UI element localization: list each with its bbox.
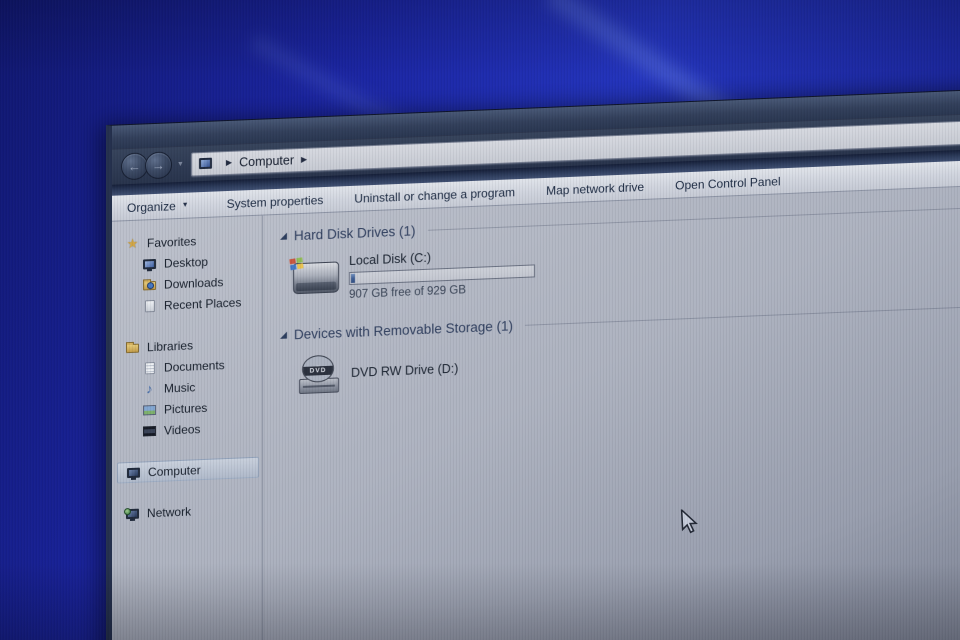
sidebar-item-label: Recent Places xyxy=(164,294,242,313)
history-dropdown-icon[interactable]: ▼ xyxy=(177,161,184,168)
sidebar-item-label: Documents xyxy=(164,357,225,375)
sidebar-item-label: Pictures xyxy=(164,400,208,417)
desktop-icon xyxy=(142,258,157,269)
picture-icon xyxy=(142,404,157,415)
organize-label: Organize xyxy=(127,198,176,215)
dvd-drive-icon: DVD xyxy=(299,354,339,395)
back-button[interactable]: ← xyxy=(121,152,148,181)
back-icon: ← xyxy=(128,158,141,175)
open-control-panel-button[interactable]: Open Control Panel xyxy=(675,174,780,192)
music-note-icon: ♪ xyxy=(146,381,153,397)
breadcrumb-arrow-icon[interactable]: ▶ xyxy=(226,158,232,167)
file-list-view: Hard Disk Drives (1) Local Disk (C:) 907… xyxy=(263,182,960,640)
map-network-drive-button[interactable]: Map network drive xyxy=(546,179,644,197)
sidebar-item-label: Computer xyxy=(148,462,201,479)
libraries-icon xyxy=(125,342,140,354)
group-header-label: Devices with Removable Storage (1) xyxy=(294,318,514,343)
film-icon xyxy=(142,425,157,436)
breadcrumb[interactable]: Computer xyxy=(239,153,294,169)
star-icon: ★ xyxy=(126,235,139,251)
organize-menu-button[interactable]: Organize ▼ xyxy=(127,198,189,215)
mouse-cursor-icon xyxy=(680,508,699,541)
hard-drive-icon xyxy=(289,257,339,295)
breadcrumb-arrow-icon[interactable]: ▶ xyxy=(301,155,307,164)
sidebar-item-label: Favorites xyxy=(147,233,197,250)
group-header-rule xyxy=(525,302,960,326)
forward-icon: → xyxy=(152,157,165,174)
forward-button[interactable]: → xyxy=(145,151,172,180)
chevron-down-icon: ▼ xyxy=(181,201,189,209)
disk-capacity-text: 907 GB free of 929 GB xyxy=(349,284,466,302)
collapse-triangle-icon[interactable] xyxy=(280,331,287,339)
disk-usage-fill xyxy=(351,273,356,283)
computer-icon xyxy=(126,467,141,478)
group-header-label: Hard Disk Drives (1) xyxy=(294,223,416,244)
explorer-window: ← → ▼ ▶ Computer ▶ Organize ▼ System pro… xyxy=(106,84,960,640)
sidebar-item-label: Downloads xyxy=(164,274,224,292)
collapse-triangle-icon[interactable] xyxy=(280,232,287,240)
sidebar-item-label: Videos xyxy=(164,421,201,438)
drive-name: DVD RW Drive (D:) xyxy=(351,361,459,380)
windows-flag-icon xyxy=(289,257,304,271)
computer-icon xyxy=(198,157,212,170)
uninstall-program-button[interactable]: Uninstall or change a program xyxy=(354,185,515,206)
group-header-rule xyxy=(427,203,960,231)
document-icon xyxy=(142,361,157,374)
sidebar-item-label: Network xyxy=(147,504,192,520)
sidebar-item-label: Music xyxy=(164,379,196,396)
system-properties-button[interactable]: System properties xyxy=(227,193,324,211)
sidebar-item-label: Desktop xyxy=(164,254,209,271)
network-icon xyxy=(124,507,140,519)
sidebar-item-label: Libraries xyxy=(147,337,194,354)
drive-info: Local Disk (C:) 907 GB free of 929 GB xyxy=(349,246,535,301)
navigation-pane: ★ Favorites Desktop Downloads Recent Pla… xyxy=(112,216,262,640)
explorer-main-area: ★ Favorites Desktop Downloads Recent Pla… xyxy=(112,181,960,640)
downloads-folder-icon xyxy=(142,279,157,291)
recent-places-icon xyxy=(142,299,157,312)
dvd-disc-label: DVD xyxy=(303,365,333,376)
